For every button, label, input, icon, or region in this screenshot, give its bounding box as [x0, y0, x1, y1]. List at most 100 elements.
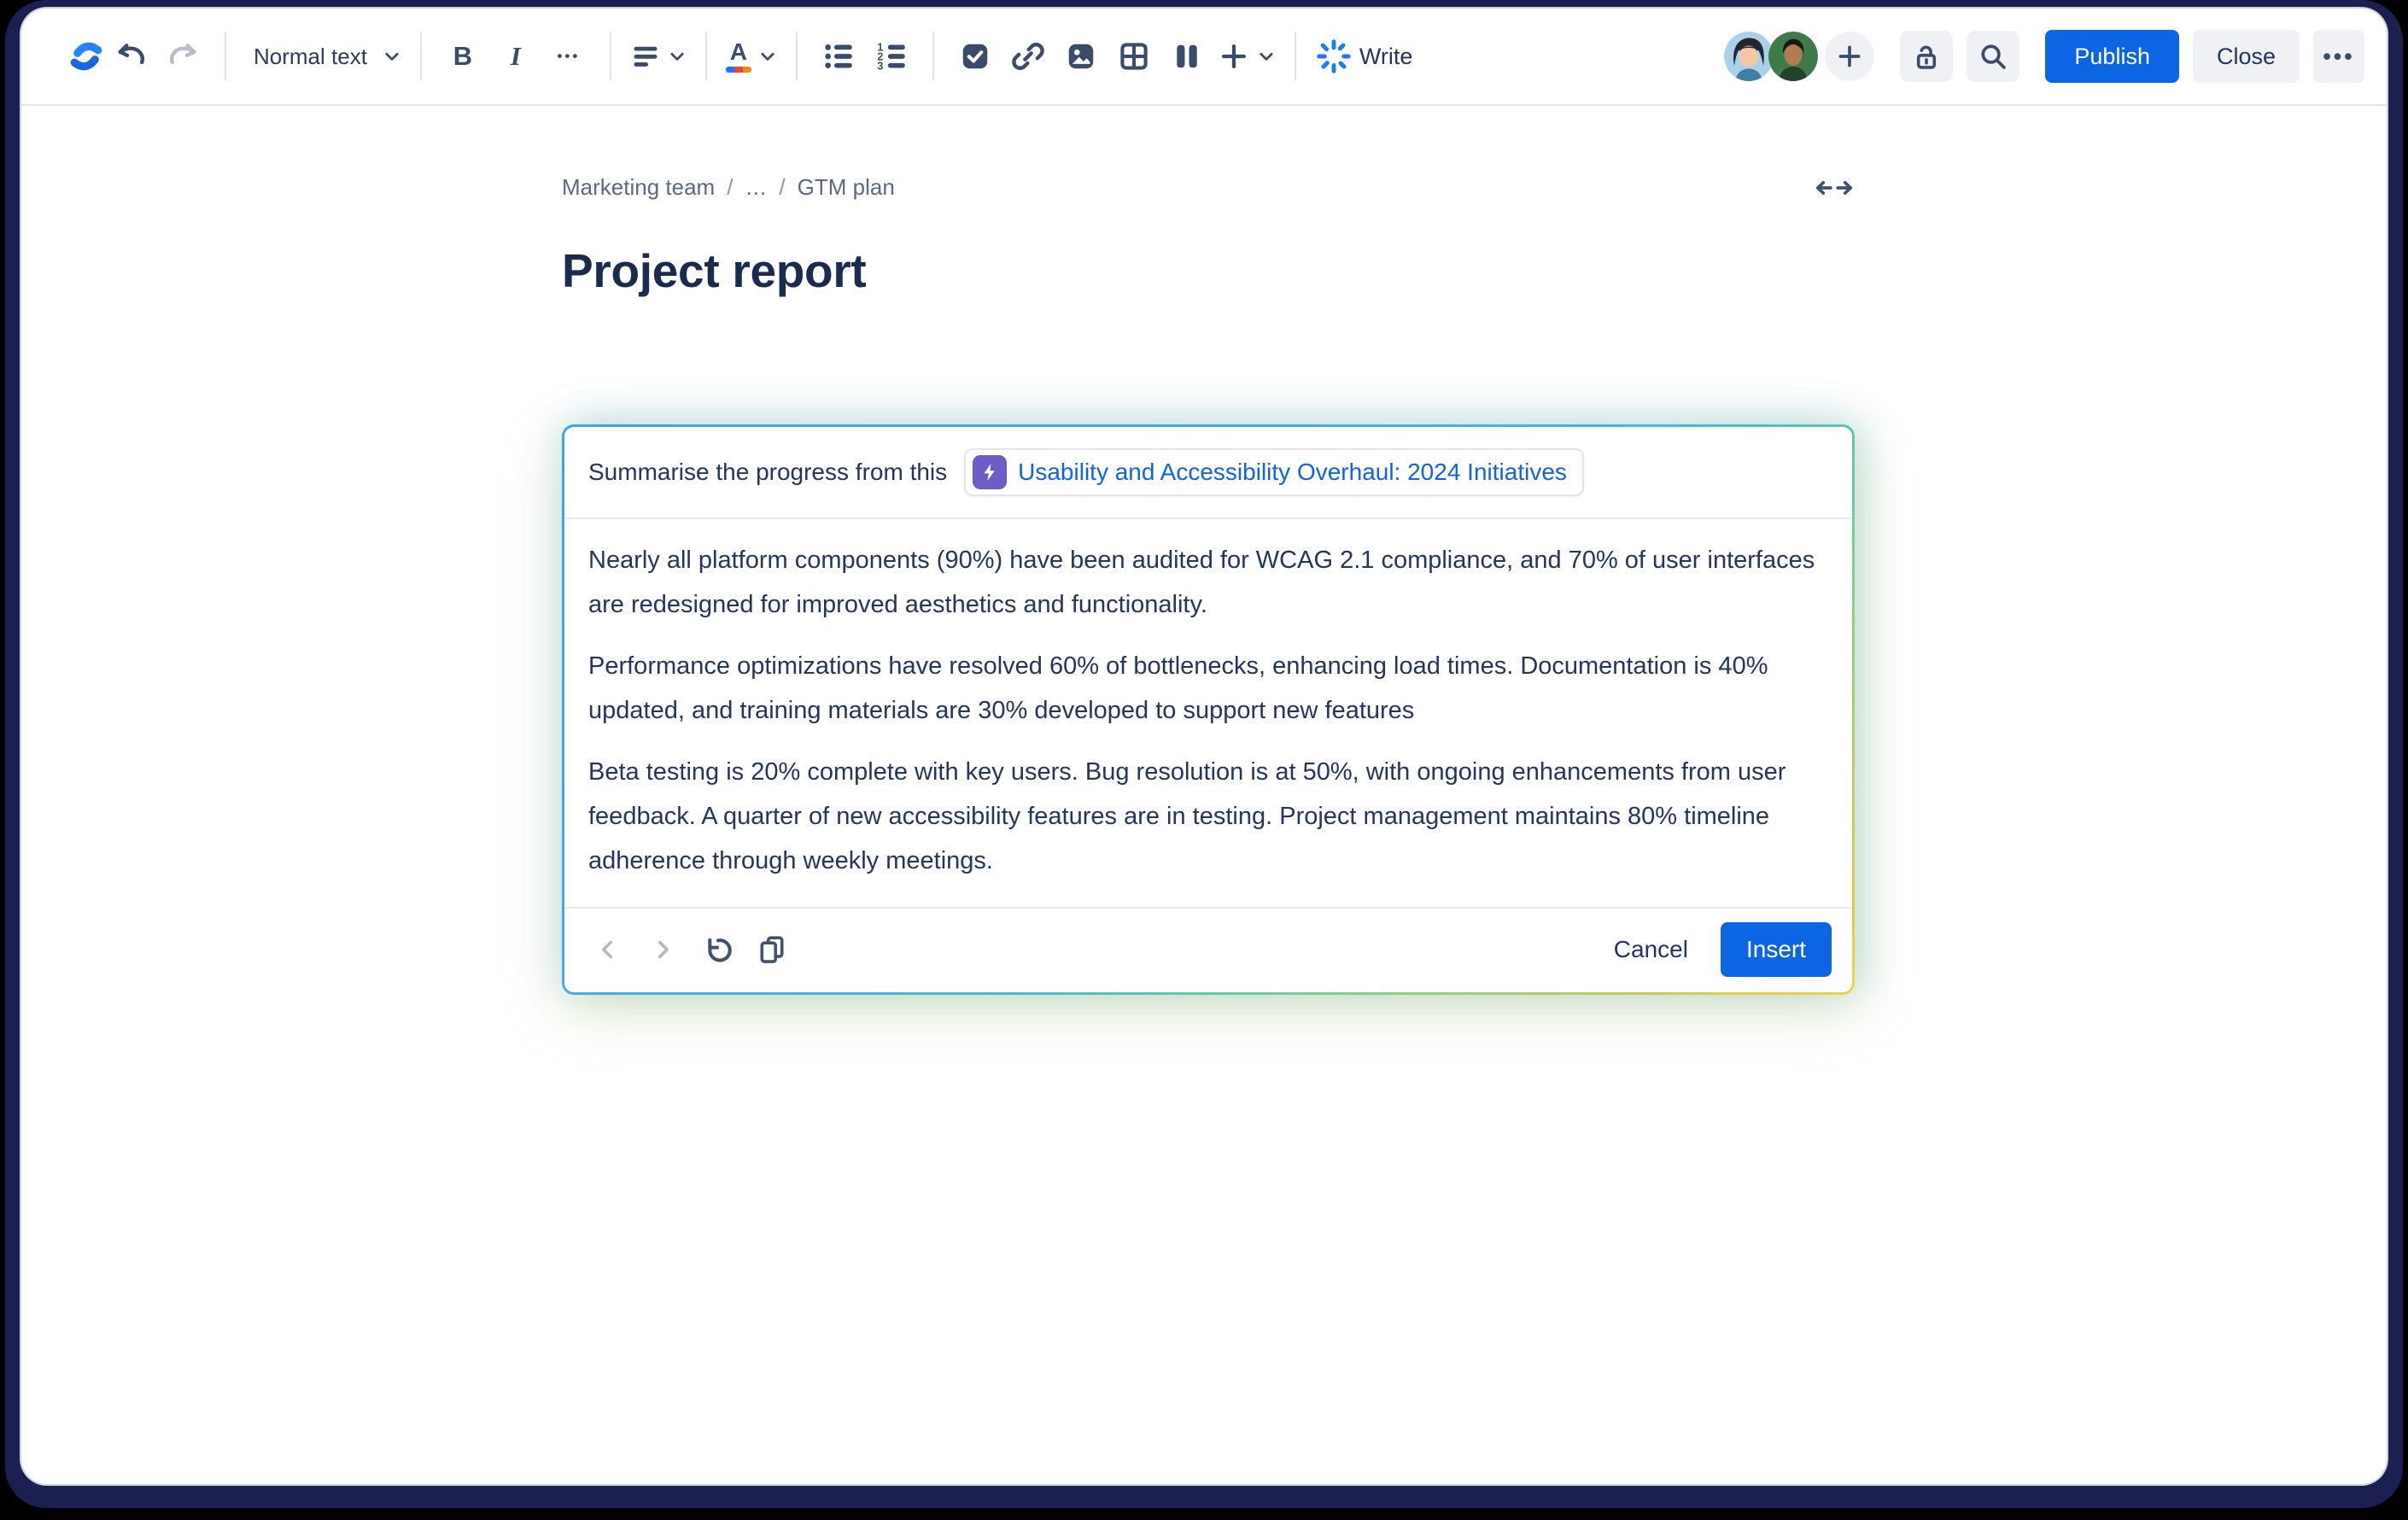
- editor-toolbar: Normal text B I ••• A 1 2 3 Write Publis…: [21, 9, 2387, 106]
- cancel-button[interactable]: Cancel: [1590, 923, 1712, 976]
- image-button[interactable]: [1059, 30, 1103, 83]
- insert-more-dropdown[interactable]: [1218, 30, 1276, 83]
- ai-panel-inner: Summarise the progress from this Usabili…: [564, 427, 1852, 992]
- toolbar-divider: [419, 32, 422, 80]
- italic-button[interactable]: I: [494, 30, 538, 83]
- table-button[interactable]: [1112, 30, 1156, 83]
- copy-button[interactable]: [751, 928, 793, 971]
- ai-prompt-header: Summarise the progress from this Usabili…: [564, 427, 1852, 519]
- link-button[interactable]: [1006, 30, 1050, 83]
- breadcrumb-separator: /: [727, 174, 734, 200]
- plus-icon: [1838, 45, 1861, 67]
- copy-icon: [760, 936, 784, 963]
- confluence-logo-icon[interactable]: [64, 30, 108, 83]
- write-label: Write: [1359, 43, 1413, 69]
- chevron-right-icon: [658, 940, 669, 959]
- unlock-button[interactable]: [1900, 31, 1954, 82]
- collaborator-avatar-2[interactable]: [1768, 32, 1819, 81]
- ai-response-paragraph: Nearly all platform components (90%) hav…: [588, 547, 1815, 618]
- align-left-icon: [634, 46, 658, 67]
- plus-icon: [1221, 44, 1246, 69]
- breadcrumb-space[interactable]: Marketing team: [562, 174, 715, 201]
- text-style-label: Normal text: [254, 43, 367, 69]
- format-group: B I •••: [441, 30, 591, 83]
- document-area: Marketing team / … / GTM plan Project re…: [21, 106, 1855, 995]
- undo-button[interactable]: [108, 30, 153, 83]
- image-icon: [1068, 44, 1094, 69]
- invite-button[interactable]: [1825, 32, 1875, 81]
- rovo-agent-icon: [973, 455, 1008, 489]
- numbered-list-icon: 1 2 3: [877, 41, 905, 72]
- columns-icon: [1177, 44, 1197, 68]
- ai-response-body: Nearly all platform components (90%) hav…: [564, 519, 1852, 907]
- next-result-button[interactable]: [641, 928, 684, 971]
- ai-prompt-text: Summarise the progress from this: [588, 459, 948, 485]
- text-style-dropdown[interactable]: Normal text: [245, 30, 401, 83]
- previous-result-button[interactable]: [587, 928, 629, 971]
- chevron-down-icon: [385, 52, 399, 61]
- history-group: [108, 30, 206, 83]
- ai-write-button[interactable]: Write: [1315, 30, 1413, 83]
- chevron-left-icon: [602, 940, 613, 959]
- page-title: Project report: [562, 244, 867, 297]
- numbered-list-button[interactable]: 1 2 3: [869, 30, 914, 83]
- toolbar-right-group: Publish Close •••: [1724, 30, 2364, 83]
- retry-icon: [708, 938, 732, 962]
- confluence-logo-glyph: [70, 42, 102, 71]
- ai-footer: Cancel Insert: [564, 907, 1852, 992]
- toolbar-divider: [225, 32, 226, 80]
- bold-button[interactable]: B: [441, 30, 485, 83]
- breadcrumb-row: Marketing team / … / GTM plan: [562, 174, 1855, 201]
- task-list-button[interactable]: [953, 30, 997, 83]
- ai-sparkle-icon: [1317, 39, 1351, 73]
- more-actions-button[interactable]: •••: [2313, 30, 2364, 83]
- unlock-icon: [1917, 45, 1937, 69]
- redo-icon: [169, 44, 196, 65]
- toolbar-divider: [795, 32, 798, 80]
- breadcrumb-separator: /: [779, 174, 786, 200]
- redo-button[interactable]: [161, 30, 206, 83]
- bold-glyph: B: [453, 41, 473, 71]
- breadcrumb-page[interactable]: GTM plan: [798, 174, 895, 201]
- list-group: 1 2 3: [816, 30, 914, 83]
- regenerate-button[interactable]: [696, 928, 739, 971]
- toolbar-divider: [1294, 32, 1296, 80]
- italic-glyph: I: [510, 41, 521, 71]
- search-button[interactable]: [1967, 31, 2020, 82]
- publish-button[interactable]: Publish: [2045, 30, 2179, 83]
- more-formatting-button[interactable]: •••: [546, 30, 591, 83]
- ai-footer-icons: [587, 928, 793, 971]
- bullet-list-icon: [825, 44, 852, 68]
- ai-panel: Summarise the progress from this Usabili…: [562, 424, 1855, 995]
- alignment-dropdown[interactable]: [630, 30, 687, 83]
- search-icon: [1981, 44, 2007, 69]
- avatar-1-image: [1724, 32, 1774, 81]
- expand-width-button[interactable]: [1814, 176, 1855, 200]
- more-formatting-icon: •••: [557, 48, 581, 64]
- page-reference-label: Usability and Accessibility Overhaul: 20…: [1018, 459, 1567, 485]
- toolbar-divider: [704, 32, 707, 80]
- text-color-dropdown[interactable]: A: [725, 30, 777, 83]
- task-checkbox-icon: [962, 44, 988, 69]
- breadcrumb-ellipsis[interactable]: …: [745, 174, 767, 201]
- table-icon: [1120, 43, 1148, 70]
- toolbar-divider: [932, 32, 934, 80]
- close-button[interactable]: Close: [2192, 30, 2300, 83]
- editor-window: Normal text B I ••• A 1 2 3 Write Publis…: [21, 9, 2387, 1484]
- breadcrumb: Marketing team / … / GTM plan: [562, 174, 895, 201]
- insert-button[interactable]: Insert: [1720, 922, 1832, 977]
- chevron-down-icon: [1260, 52, 1273, 61]
- expand-width-icon: [1815, 180, 1853, 195]
- link-icon: [1012, 43, 1044, 70]
- undo-icon: [118, 44, 145, 65]
- collaborator-avatar-1[interactable]: [1724, 32, 1774, 81]
- bullet-list-button[interactable]: [816, 30, 861, 83]
- text-color-icon: A: [725, 39, 751, 73]
- insert-group: [953, 30, 1276, 83]
- layouts-button[interactable]: [1165, 30, 1209, 83]
- chevron-down-icon: [670, 52, 684, 61]
- ai-response-paragraph: Beta testing is 20% complete with key us…: [588, 758, 1786, 874]
- page-reference-chip[interactable]: Usability and Accessibility Overhaul: 20…: [964, 448, 1584, 496]
- avatar-2-image: [1768, 32, 1819, 81]
- svg-text:3: 3: [877, 60, 883, 72]
